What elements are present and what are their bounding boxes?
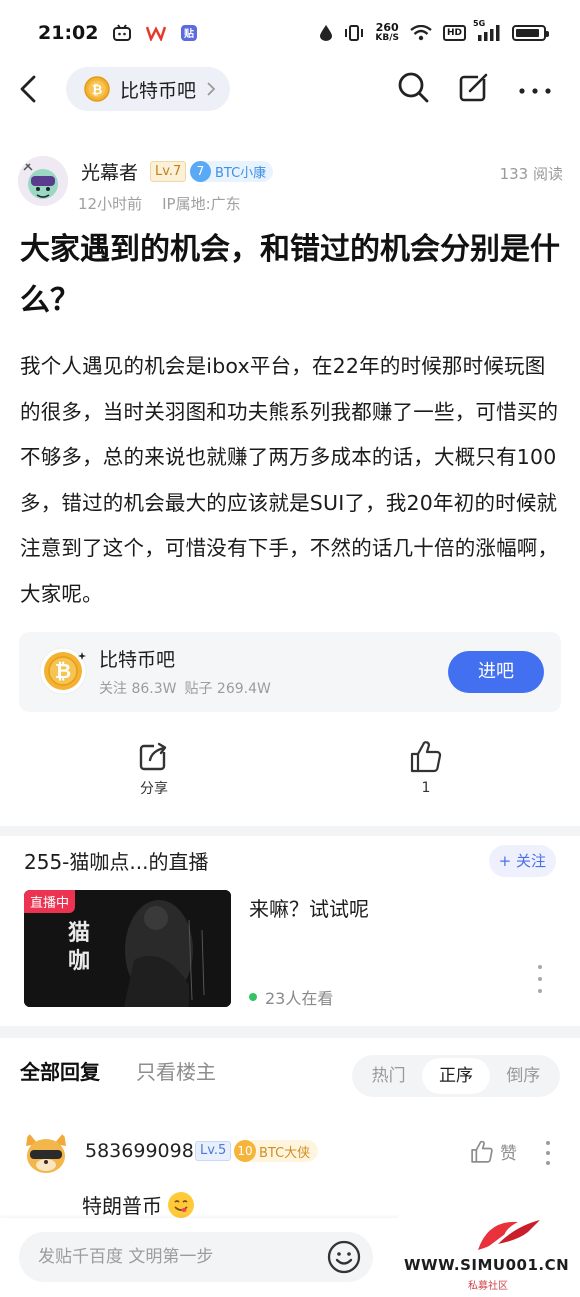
forum-card-stats: 关注 86.3W 贴子 269.4W — [99, 678, 271, 698]
watermark-site: WWW.SIMU001.CN — [404, 1256, 570, 1274]
svg-text:₿: ₿ — [55, 659, 71, 683]
sort-hot[interactable]: 热门 — [355, 1058, 422, 1094]
author-avatar[interactable] — [18, 156, 68, 206]
smiley-icon — [327, 1240, 361, 1274]
clock: 21:02 — [38, 22, 99, 44]
bitcoin-icon: ₿ — [84, 76, 110, 102]
status-bar: 21:02 贴 260 KB/S HD 5G — [0, 0, 580, 66]
search-icon — [398, 72, 429, 103]
live-caption[interactable]: 来嘛？试试呢 — [249, 893, 369, 922]
author-name[interactable]: 光幕者 — [81, 158, 138, 185]
section-divider — [0, 826, 580, 836]
back-arrow-icon — [20, 75, 36, 103]
comment-text: 特朗普币 — [82, 1190, 194, 1219]
vibrate-icon — [344, 24, 364, 42]
net-speed-unit: KB/S — [375, 33, 399, 43]
top-nav-bar: ₿ 比特币吧 — [0, 66, 580, 112]
thumbs-up-icon — [410, 741, 442, 773]
commenter-level-badge: Lv.5 — [195, 1141, 232, 1161]
bitcoin-logo-icon: ₿ — [39, 647, 87, 695]
live-more-button[interactable] — [535, 965, 545, 993]
sort-segmented-control: 热门 正序 倒序 — [352, 1055, 560, 1097]
comment-like-button[interactable]: 赞 — [470, 1139, 517, 1164]
forum-card-name: 比特币吧 — [99, 649, 176, 671]
tieba-icon: 贴 — [180, 24, 198, 42]
share-label: 分享 — [140, 781, 168, 797]
wifi-icon — [410, 25, 432, 41]
tab-op-only[interactable]: 只看楼主 — [136, 1056, 216, 1085]
bilibili-icon — [112, 24, 132, 42]
member-title-badge: 7 BTC小康 — [190, 161, 274, 182]
yum-emoji-icon — [168, 1191, 194, 1218]
thumbs-up-icon — [471, 1140, 493, 1163]
commenter-title-label: BTC大侠 — [259, 1145, 311, 1161]
watermark-sub: 私募社区 — [468, 1281, 508, 1292]
comment-more-button[interactable] — [544, 1141, 552, 1165]
forum-card[interactable]: ₿ 比特币吧 关注 86.3W 贴子 269.4W 进吧 — [19, 632, 561, 712]
live-status-tag: 直播中 — [24, 890, 76, 913]
water-drop-icon — [319, 24, 333, 42]
enter-forum-button[interactable]: 进吧 — [448, 651, 544, 693]
reply-input[interactable]: 发贴千百度 文明第一步 — [19, 1232, 373, 1282]
search-button[interactable] — [396, 70, 430, 108]
level-badge: Lv.7 — [150, 161, 187, 182]
read-count: 133 阅读 — [499, 165, 563, 183]
more-button[interactable] — [518, 80, 552, 99]
live-viewers: 23人在看 — [249, 985, 333, 1009]
commenter-title-badge: 10 BTC大侠 — [234, 1140, 319, 1162]
member-title-num: 7 — [190, 161, 211, 182]
tab-all-replies[interactable]: 全部回复 — [20, 1056, 100, 1085]
ip-location: IP属地:广东 — [162, 195, 241, 213]
like-button[interactable]: 1 — [386, 740, 466, 796]
edit-icon — [459, 73, 488, 102]
forum-entry-pill[interactable]: ₿ 比特币吧 — [66, 67, 231, 111]
commenter-title-num: 10 — [234, 1140, 256, 1162]
forum-name: 比特币吧 — [120, 79, 197, 102]
signal-icon: 5G — [473, 19, 501, 42]
site-watermark: WWW.SIMU001.CN 私募社区 — [398, 1212, 580, 1297]
commenter-name[interactable]: 583699098 — [85, 1140, 194, 1162]
comment-like-label: 赞 — [500, 1144, 517, 1164]
post-body: 我个人遇见的机会是ibox平台，在22年的时候那时候玩图的很多，当时关羽图和功夫… — [20, 354, 559, 606]
post-meta: 12小时前 IP属地:广东 — [78, 193, 241, 214]
live-dot-icon — [249, 993, 257, 1001]
sort-asc[interactable]: 正序 — [422, 1058, 490, 1094]
network-speed: 260 KB/S — [375, 22, 399, 44]
svg-text:₿: ₿ — [92, 83, 103, 98]
live-thumbnail-text: 猫咖 — [68, 921, 91, 974]
svg-text:贴: 贴 — [183, 27, 194, 40]
comment-body: 特朗普币 — [82, 1194, 162, 1218]
post-actions: 分享 1 — [0, 740, 580, 810]
sort-desc[interactable]: 倒序 — [490, 1058, 557, 1094]
forum-posts: 贴子 269.4W — [184, 681, 271, 697]
member-title-label: BTC小康 — [215, 166, 267, 181]
forum-followers: 关注 86.3W — [99, 681, 177, 697]
wps-icon — [146, 25, 167, 41]
section-divider — [0, 1026, 580, 1038]
net-speed-value: 260 — [375, 21, 399, 34]
watermark-logo-icon — [478, 1220, 540, 1250]
live-viewer-count: 23人在看 — [265, 989, 334, 1008]
share-icon — [139, 742, 167, 771]
reply-filter-tabs: 全部回复 只看楼主 — [20, 1056, 216, 1085]
post-title: 大家遇到的机会，和错过的机会分别是什么？ — [20, 232, 560, 318]
hd-badge: HD — [442, 25, 466, 41]
share-button[interactable]: 分享 — [114, 740, 194, 798]
signal-label: 5G — [473, 19, 486, 28]
follow-button[interactable]: + 关注 — [488, 845, 556, 877]
emoji-button[interactable] — [327, 1240, 361, 1278]
chevron-right-icon — [207, 82, 216, 96]
edit-button[interactable] — [458, 71, 490, 107]
post-header: 光幕者 Lv.7 7 BTC小康 133 阅读 12小时前 IP属地:广东 — [18, 152, 563, 214]
live-thumbnail[interactable]: 直播中 猫咖 — [24, 890, 231, 1007]
post-time: 12小时前 — [78, 195, 143, 213]
more-dots-icon — [519, 87, 551, 94]
like-count: 1 — [421, 780, 431, 796]
live-stream-title[interactable]: 255-猫咖点...的直播 — [24, 846, 208, 875]
commenter-avatar[interactable] — [22, 1128, 70, 1176]
battery-icon — [512, 25, 549, 41]
back-button[interactable] — [18, 66, 54, 112]
